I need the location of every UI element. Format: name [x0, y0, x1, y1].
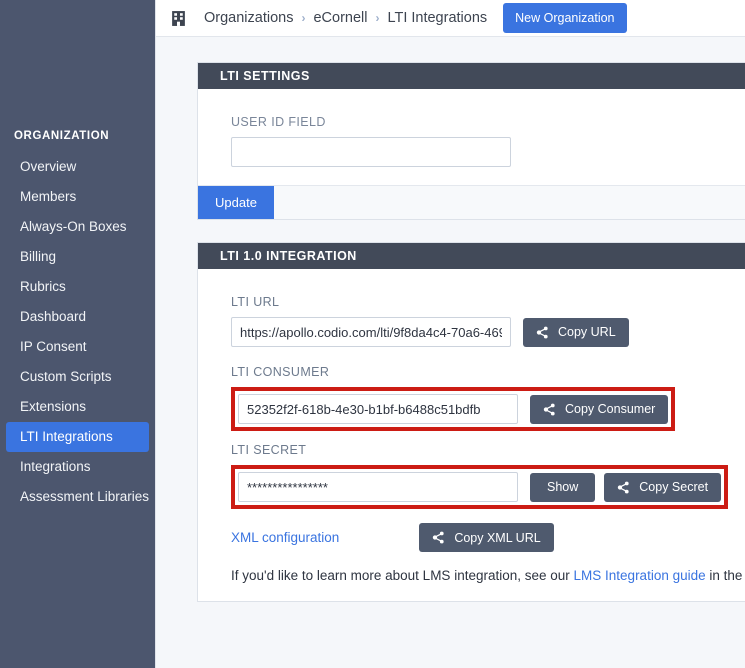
app-root: ORGANIZATION Overview Members Always-On …	[0, 0, 745, 668]
lti-settings-card-footer: Update	[198, 185, 745, 219]
lti-consumer-input[interactable]	[238, 394, 518, 424]
copy-xml-url-button[interactable]: Copy XML URL	[419, 523, 554, 552]
sidebar-item-extensions[interactable]: Extensions	[6, 392, 149, 422]
sidebar-item-ip-consent[interactable]: IP Consent	[6, 332, 149, 362]
lti-consumer-highlight: Copy Consumer	[231, 387, 676, 431]
sidebar-item-integrations[interactable]: Integrations	[6, 452, 149, 482]
sidebar-item-rubrics[interactable]: Rubrics	[6, 272, 149, 302]
spacer-consumer-secret	[231, 431, 745, 443]
sidebar-item-assessment-libraries[interactable]: Assessment Libraries	[6, 482, 149, 512]
share-icon	[433, 531, 444, 544]
spacer-url-consumer	[231, 347, 745, 365]
sidebar-item-custom-scripts[interactable]: Custom Scripts	[6, 362, 149, 392]
new-organization-button[interactable]: New Organization	[503, 3, 627, 33]
copy-url-button[interactable]: Copy URL	[523, 317, 629, 347]
lti-integration-card-body: LTI URL Copy URL	[198, 269, 745, 601]
lti-integration-card-title: LTI 1.0 INTEGRATION	[198, 243, 745, 269]
copy-consumer-button[interactable]: Copy Consumer	[530, 394, 669, 424]
sidebar-item-members[interactable]: Members	[6, 182, 149, 212]
copy-secret-button-label: Copy Secret	[639, 480, 709, 494]
share-icon	[618, 481, 629, 493]
user-id-field-input[interactable]	[231, 137, 511, 167]
main-area: Organizations › eCornell › LTI Integrati…	[155, 0, 745, 668]
card-gap	[197, 220, 745, 242]
copy-consumer-button-label: Copy Consumer	[565, 402, 656, 416]
lti-secret-input[interactable]	[238, 472, 518, 502]
building-icon	[172, 10, 185, 26]
show-secret-button[interactable]: Show	[530, 472, 596, 502]
breadcrumb-separator-2: ›	[375, 11, 380, 25]
lms-footer-text-after: in the docs.	[709, 568, 745, 583]
lti-url-row: Copy URL	[231, 317, 745, 347]
lti-settings-card-title: LTI SETTINGS	[198, 63, 745, 89]
breadcrumb-ecornell[interactable]: eCornell	[313, 10, 367, 26]
lti-url-label: LTI URL	[231, 295, 280, 309]
sidebar-item-overview[interactable]: Overview	[6, 152, 149, 182]
lms-integration-guide-link[interactable]: LMS Integration guide	[574, 568, 706, 583]
copy-xml-url-button-label: Copy XML URL	[454, 530, 541, 545]
lti-consumer-label: LTI CONSUMER	[231, 365, 330, 379]
xml-config-row: XML configuration Copy XML URL	[231, 523, 745, 552]
sidebar-item-billing[interactable]: Billing	[6, 242, 149, 272]
user-id-field-label: USER ID FIELD	[231, 115, 326, 129]
lms-footer-note: If you'd like to learn more about LMS in…	[231, 568, 745, 583]
xml-configuration-link[interactable]: XML configuration	[231, 530, 339, 545]
sidebar-heading: ORGANIZATION	[14, 130, 110, 142]
lti-secret-highlight: Show Copy Secret	[231, 465, 729, 509]
share-icon	[543, 403, 555, 415]
sidebar-item-dashboard[interactable]: Dashboard	[6, 302, 149, 332]
lti-integration-card: LTI 1.0 INTEGRATION LTI URL https://apol…	[197, 242, 745, 602]
lti-url-input[interactable]	[231, 317, 511, 347]
lms-footer-text-before: If you'd like to learn more about LMS in…	[231, 568, 574, 583]
lti-secret-label: LTI SECRET	[231, 443, 307, 457]
copy-url-button-label: Copy URL	[558, 325, 616, 339]
breadcrumb-separator-1: ›	[301, 11, 306, 25]
share-icon	[536, 326, 548, 338]
breadcrumb-lti-integrations[interactable]: LTI Integrations	[387, 10, 487, 26]
sidebar: ORGANIZATION Overview Members Always-On …	[0, 0, 155, 668]
lti-settings-card-body: USER ID FIELD	[198, 89, 745, 185]
top-spacer	[197, 37, 745, 62]
content-scroll-area: LTI SETTINGS USER ID FIELD Update LTI 1.…	[156, 37, 745, 668]
sidebar-item-always-on-boxes[interactable]: Always-On Boxes	[6, 212, 149, 242]
sidebar-item-lti-integrations[interactable]: LTI Integrations	[6, 422, 149, 452]
breadcrumb-organizations[interactable]: Organizations	[204, 10, 293, 26]
copy-secret-button[interactable]: Copy Secret	[604, 472, 722, 502]
topbar: Organizations › eCornell › LTI Integrati…	[156, 0, 745, 37]
update-button[interactable]: Update	[198, 186, 274, 219]
spacer-secret-xml	[231, 509, 745, 523]
lti-settings-card: LTI SETTINGS USER ID FIELD Update	[197, 62, 745, 220]
